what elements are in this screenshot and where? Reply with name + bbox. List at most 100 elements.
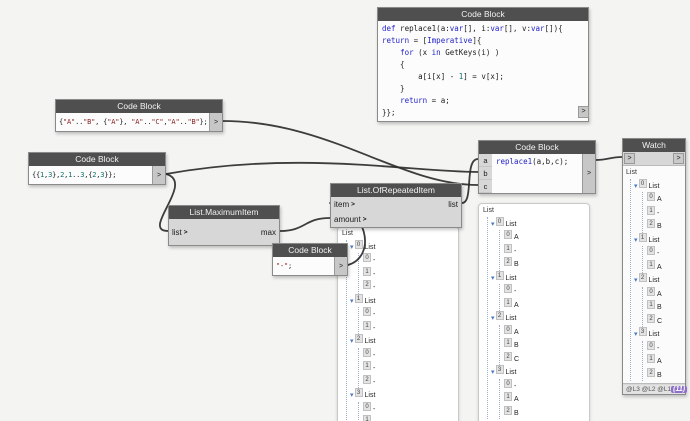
input-port-amount[interactable]: amount — [334, 215, 361, 224]
node-header[interactable]: Code Block — [29, 153, 165, 166]
item-index-badge: 2 — [363, 374, 371, 384]
node-code-block-strings[interactable]: Code Block {"A".."B", {"A"}, "A".."C","A… — [55, 99, 223, 132]
item-value: A — [657, 290, 662, 298]
output-port-list[interactable]: list — [448, 200, 458, 209]
list-preview: List ▾ 0 List 0 A 1-2 B ▾ 1 List 0-1 A ▾ 2 List 0 A 1 B 2 C ▾ 3… — [479, 204, 589, 421]
node-header[interactable]: Code Block — [378, 8, 588, 21]
node-code-block-numbers[interactable]: Code Block {{1,3},2,1..3,{2,3}}; > — [28, 152, 166, 185]
item-index-badge: 1 — [363, 361, 371, 371]
item-value: - — [657, 209, 660, 217]
list-preview: List ▾ 0 List 0-1-2- ▾ 1 List 0-1- ▾ 2 List 0-1-2- ▾ 3… — [338, 227, 458, 421]
input-port-c[interactable]: c — [479, 180, 492, 193]
expand-arrow-icon[interactable]: ▾ — [491, 275, 495, 282]
wire[interactable] — [222, 120, 479, 186]
item-index-badge: 0 — [647, 246, 655, 256]
item-value: A — [657, 358, 662, 365]
output-port[interactable]: > — [673, 153, 684, 164]
item-value: - — [373, 257, 376, 264]
item-value: - — [514, 288, 517, 295]
list-index-badge: 0 — [354, 239, 363, 249]
list-index-badge: 1 — [354, 293, 363, 303]
item-index-badge: 1 — [504, 297, 512, 307]
expand-arrow-icon[interactable]: ▾ — [350, 298, 354, 305]
list-level-badges[interactable]: @L3 @L2 @L1 — [626, 386, 671, 393]
code-editor[interactable]: def replace1(a:var[], i:var[], v:var[]){… — [378, 21, 588, 121]
item-value: - — [373, 405, 376, 413]
node-code-block-definition[interactable]: Code Block def replace1(a:var[], i:var[]… — [377, 7, 589, 122]
expand-arrow-icon[interactable]: ▾ — [491, 221, 495, 228]
item-value: A — [514, 301, 519, 309]
node-header[interactable]: Code Block — [273, 244, 347, 257]
expand-arrow-icon[interactable]: ▾ — [634, 277, 638, 284]
sublist-label: List — [364, 243, 376, 251]
item-index-badge: 0 — [363, 401, 371, 411]
watch-footer: @L3 @L2 @L1 (11) — [623, 384, 688, 394]
output-port[interactable]: > — [209, 113, 222, 131]
item-value: - — [373, 378, 376, 386]
item-index-badge: 0 — [504, 284, 512, 294]
code-editor[interactable]: "-"; — [273, 257, 334, 275]
item-index-badge: 1 — [647, 205, 655, 215]
item-value: - — [657, 344, 660, 352]
expand-arrow-icon[interactable]: ▾ — [634, 331, 638, 338]
wire[interactable] — [461, 158, 479, 204]
node-header[interactable]: List.MaximumItem — [169, 206, 279, 219]
preview-bubble-replace1[interactable]: List ▾ 0 List 0 A 1-2 B ▾ 1 List 0-1 A ▾ 2 List 0 A 1 B 2 C ▾ 3… — [478, 203, 590, 421]
input-port-a[interactable]: a — [479, 154, 492, 167]
output-port[interactable]: > — [582, 154, 595, 193]
node-list-of-repeated-item[interactable]: List.OfRepeatedItem item > list amount > — [330, 183, 462, 228]
output-port[interactable]: > — [152, 166, 165, 184]
expand-arrow-icon[interactable]: ▾ — [634, 237, 638, 244]
output-port[interactable]: > — [334, 257, 347, 275]
node-header[interactable]: Watch — [623, 139, 685, 152]
item-index-badge: 2 — [363, 280, 371, 290]
item-index-badge: 2 — [504, 257, 512, 267]
item-value: B — [657, 223, 662, 230]
node-header[interactable]: Code Block — [479, 141, 595, 154]
watch-list-view[interactable]: List ▾ 0 List 0 A 1-2 B ▾ 1 List 0-1 A ▾ 2 List 0 A 1 B 2 C ▾ 3… — [623, 165, 685, 384]
expand-arrow-icon[interactable]: ▾ — [350, 244, 354, 251]
expand-arrow-icon[interactable]: ▾ — [350, 392, 354, 399]
node-header[interactable]: List.OfRepeatedItem — [331, 184, 461, 197]
node-watch[interactable]: Watch > > List ▾ 0 List 0 A 1-2 B ▾ 1 List 0-1 A ▾ 2 Li… — [622, 138, 688, 395]
input-port[interactable]: > — [624, 153, 635, 164]
item-index-badge: 0 — [504, 230, 512, 240]
item-value: B — [514, 261, 519, 268]
sublist-label: List — [648, 182, 660, 190]
list-index-badge: 3 — [354, 388, 363, 398]
sublist-label: List — [505, 274, 517, 282]
expand-arrow-icon[interactable]: ▾ — [491, 369, 495, 376]
item-index-badge: 2 — [647, 219, 655, 229]
node-code-block-replace1-call[interactable]: Code Block a b c replace1(a,b,c); > — [478, 140, 596, 194]
wire[interactable] — [595, 156, 623, 161]
input-port-list[interactable]: list — [172, 228, 182, 237]
list-index-badge: 0 — [638, 178, 647, 188]
item-value: B — [514, 342, 519, 349]
code-editor[interactable]: {{1,3},2,1..3,{2,3}}; — [29, 166, 152, 184]
expand-arrow-icon[interactable]: ▾ — [491, 315, 495, 322]
item-index-badge: 0 — [363, 253, 371, 263]
expand-arrow-icon[interactable]: ▾ — [634, 183, 638, 190]
list-root-label: List — [342, 230, 353, 237]
node-code-block-dash[interactable]: Code Block "-"; > — [272, 243, 348, 276]
node-list-maximum-item[interactable]: List.MaximumItem list > max — [168, 205, 280, 246]
input-port-b[interactable]: b — [479, 167, 492, 180]
item-index-badge: 1 — [363, 266, 371, 276]
output-port[interactable]: > — [578, 106, 589, 118]
input-port-item[interactable]: item — [334, 200, 349, 209]
node-header[interactable]: Code Block — [56, 100, 222, 113]
item-value: A — [657, 196, 662, 203]
expand-arrow-icon[interactable]: ▾ — [350, 338, 354, 345]
list-index-badge: 1 — [495, 270, 504, 280]
code-editor[interactable]: replace1(a,b,c); — [492, 154, 582, 193]
output-port-max[interactable]: max — [261, 228, 276, 237]
item-index-badge: 2 — [647, 313, 655, 323]
dynamo-canvas[interactable]: List ▾ 0 List 0-1-2- ▾ 1 List 0-1- ▾ 2 List 0-1-2- ▾ 3… — [0, 0, 690, 421]
code-editor[interactable]: {"A".."B", {"A"}, "A".."C","A".."B"}; — [56, 113, 209, 131]
item-value: - — [657, 250, 660, 257]
preview-bubble-repeated-item[interactable]: List ▾ 0 List 0-1-2- ▾ 1 List 0-1- ▾ 2 List 0-1-2- ▾ 3… — [337, 226, 459, 421]
wire[interactable] — [279, 217, 331, 232]
list-index-badge: 1 — [638, 232, 647, 242]
sublist-label: List — [364, 392, 376, 399]
wire[interactable] — [165, 161, 479, 175]
